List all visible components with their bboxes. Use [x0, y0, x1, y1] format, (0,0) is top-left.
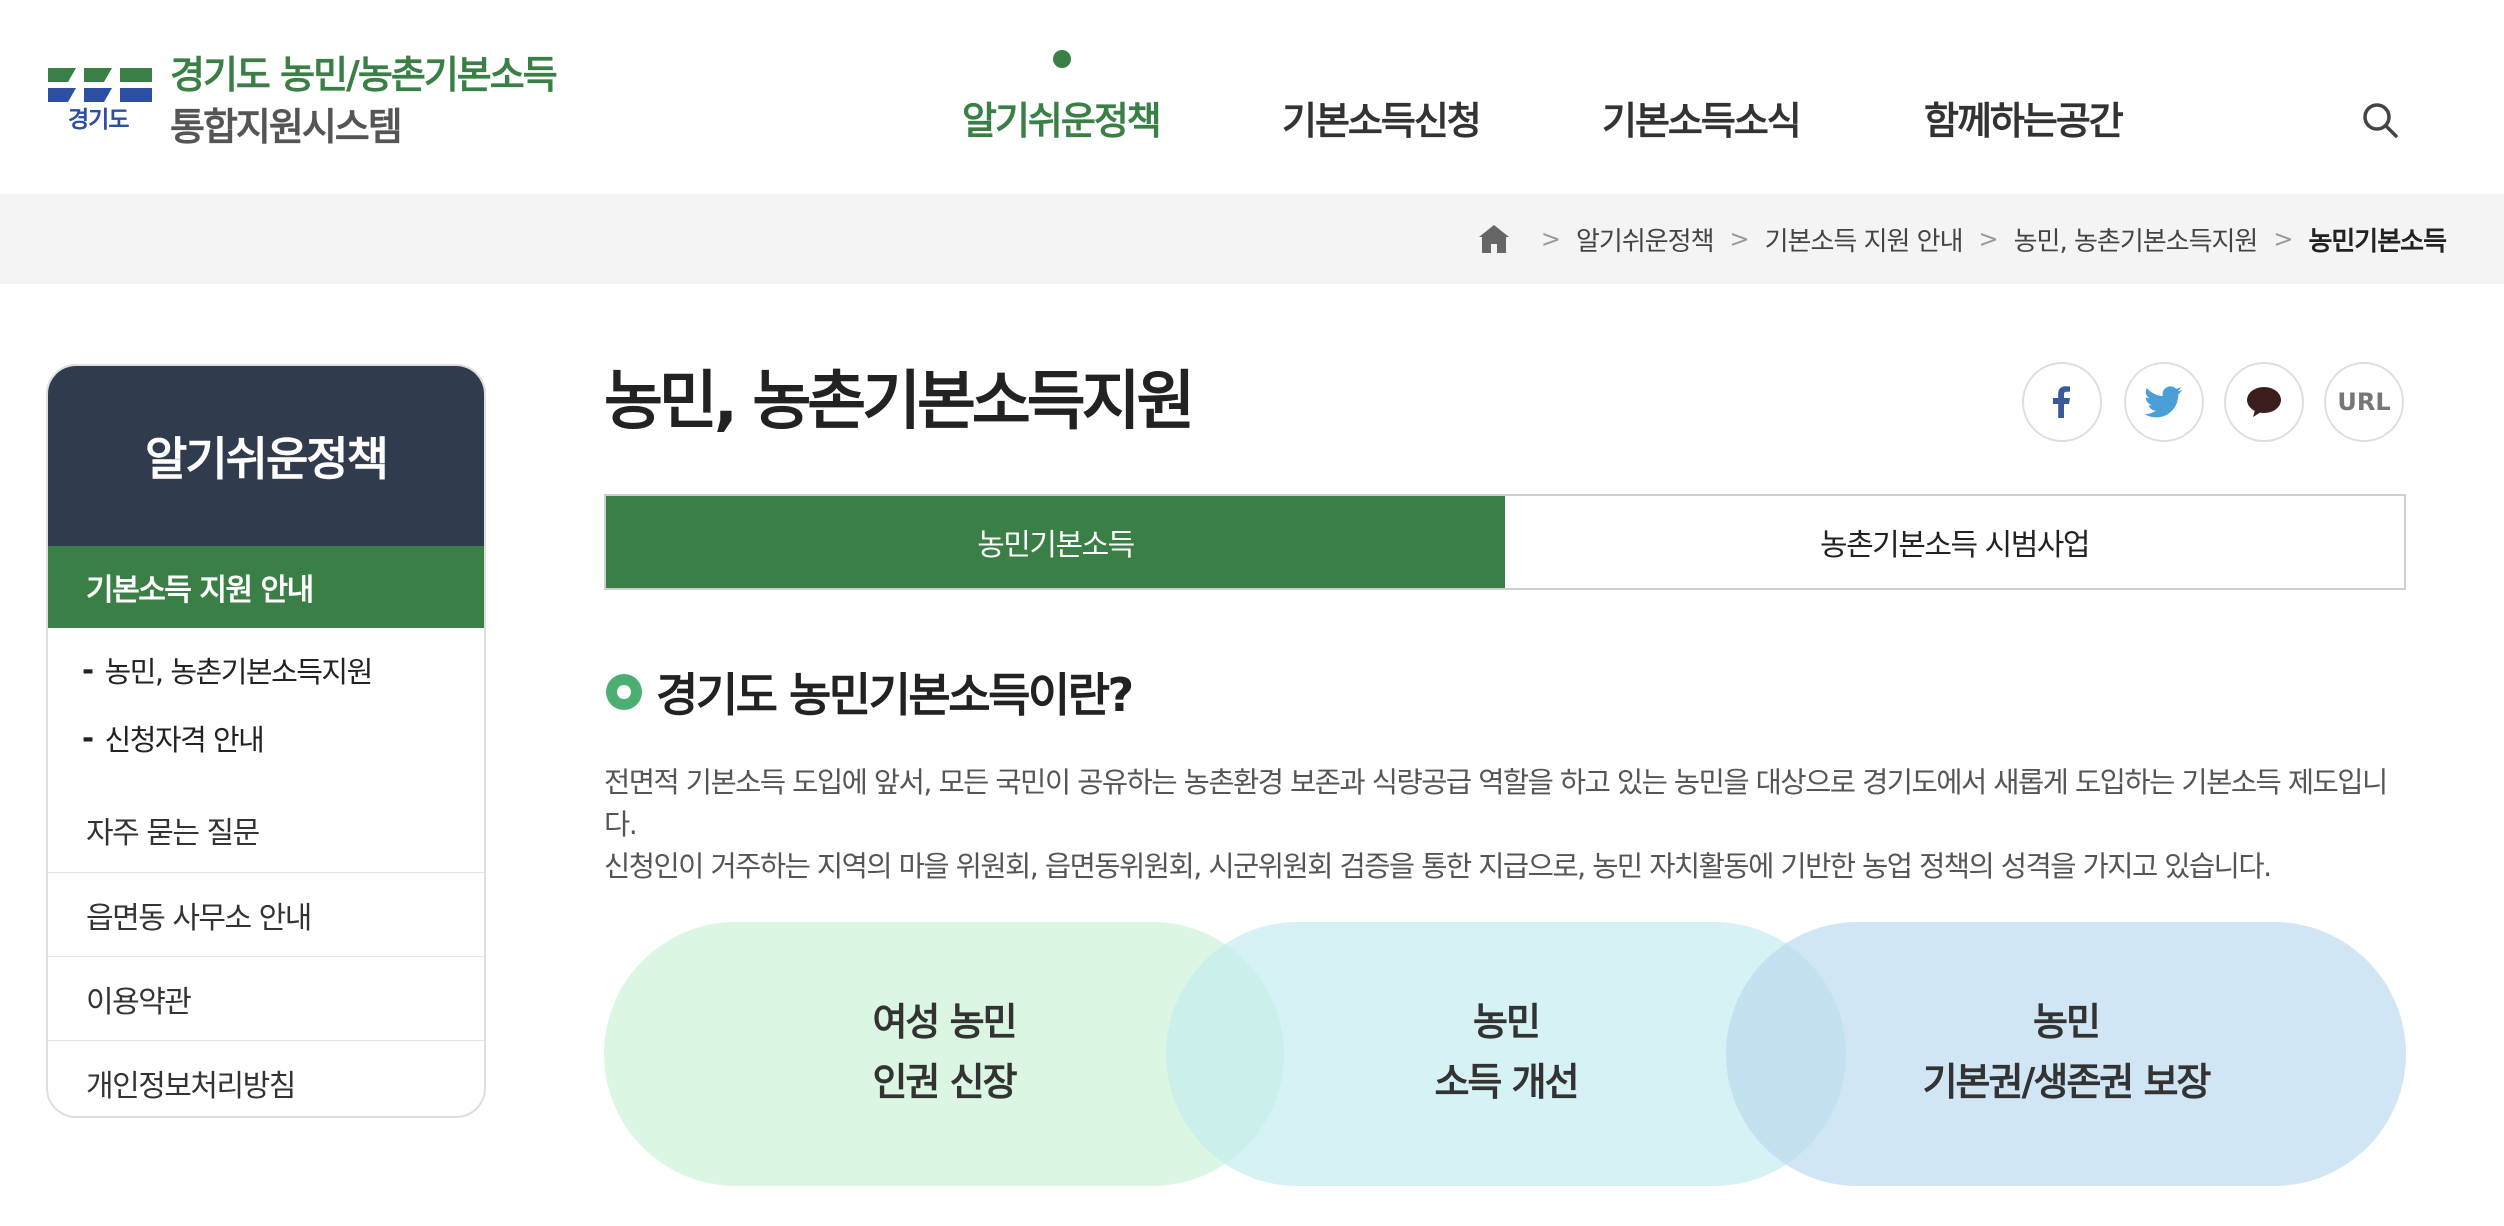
sidebar-subitem-label: 농민, 농촌기본소득지원 [104, 655, 374, 689]
sidebar-title: 알기쉬운정책 [48, 366, 484, 546]
sidebar-item-terms[interactable]: 이용약관 [48, 956, 484, 1040]
goals-diagram: 여성 농민 인권 신장 농민 소득 개선 농민 기본권/생존권 보장 [604, 922, 2406, 1186]
dash-icon: - [82, 653, 94, 687]
sidebar-submenu: - 농민, 농촌기본소득지원 - 신청자격 안내 [48, 628, 484, 788]
goal-label: 농민 기본권/생존권 보장 [1856, 992, 2276, 1112]
sidebar-subitem-farmer-support[interactable]: - 농민, 농촌기본소득지원 [48, 636, 484, 704]
content-tabs: 농민기본소득 농촌기본소득 시범사업 [604, 494, 2406, 590]
sidebar-item-office-guide[interactable]: 읍면동 사무소 안내 [48, 872, 484, 956]
tab-rural-basic-income-pilot[interactable]: 농촌기본소득 시범사업 [1505, 496, 2404, 588]
breadcrumb-bar: > 알기쉬운정책 > 기본소득 지원 안내 > 농민, 농촌기본소득지원 > 농… [0, 194, 2504, 284]
chevron-right-icon: > [2273, 225, 2293, 253]
breadcrumb: > 알기쉬운정책 > 기본소득 지원 안내 > 농민, 농촌기본소득지원 > 농… [1477, 194, 2447, 284]
share-twitter-button[interactable] [2124, 362, 2204, 442]
nav-item-apply[interactable]: 기본소득신청 [1282, 90, 1482, 145]
chevron-right-icon: > [1729, 225, 1750, 253]
breadcrumb-item[interactable]: 기본소득 지원 안내 [1765, 221, 1964, 258]
page-title: 농민, 농촌기본소득지원 [604, 365, 1195, 439]
bullet-icon [606, 674, 642, 710]
share-kakaotalk-button[interactable] [2224, 362, 2304, 442]
sidebar-subitem-eligibility[interactable]: - 신청자격 안내 [48, 704, 484, 772]
goal-label-line: 기본권/생존권 보장 [1922, 1060, 2212, 1104]
sidebar-item-faq[interactable]: 자주 묻는 질문 [48, 788, 484, 872]
goal-label-line: 여성 농민 [872, 1000, 1017, 1044]
goal-label-line: 소득 개선 [1434, 1060, 1579, 1104]
search-icon[interactable] [2358, 98, 2402, 142]
goal-label-line: 인권 신장 [872, 1060, 1017, 1104]
nav-item-community[interactable]: 함께하는공간 [1924, 90, 2124, 145]
share-url-button[interactable]: URL [2324, 362, 2404, 442]
nav-item-news[interactable]: 기본소득소식 [1602, 90, 1802, 145]
breadcrumb-item[interactable]: 농민, 농촌기본소득지원 [2014, 221, 2259, 258]
sidebar-subitem-label: 신청자격 안내 [104, 723, 265, 757]
goal-label-line: 농민 [2033, 1000, 2101, 1044]
twitter-icon [2145, 386, 2182, 418]
sidebar-item-privacy[interactable]: 개인정보처리방침 [48, 1040, 484, 1116]
share-facebook-button[interactable] [2022, 362, 2102, 442]
section-title: 경기도 농민기본소득이란? [606, 662, 1134, 722]
kakaotalk-icon [2247, 387, 2281, 417]
active-nav-indicator [1053, 50, 1071, 68]
description-paragraph: 신청인이 거주하는 지역의 마을 위원회, 읍면동위원회, 시군위원회 검증을 … [604, 850, 2272, 883]
description: 전면적 기본소득 도입에 앞서, 모든 국민이 공유하는 농촌환경 보존과 식량… [604, 762, 2414, 888]
sidebar-item-basic-income-guide[interactable]: 기본소득 지원 안내 [48, 546, 484, 628]
description-paragraph: 전면적 기본소득 도입에 앞서, 모든 국민이 공유하는 농촌환경 보존과 식량… [604, 766, 2388, 841]
sidebar: 알기쉬운정책 기본소득 지원 안내 - 농민, 농촌기본소득지원 - 신청자격 … [46, 364, 486, 1118]
chevron-right-icon: > [1978, 225, 1999, 253]
site-header: 경기도 경기도 농민/농촌기본소득 통합지원시스템 알기쉬운정책 기본소득신청 … [0, 0, 2504, 194]
goal-label-line: 농민 [1473, 1000, 1541, 1044]
tab-farmer-basic-income[interactable]: 농민기본소득 [606, 496, 1505, 588]
dash-icon: - [82, 721, 94, 755]
facebook-icon [2053, 386, 2070, 418]
goal-label: 여성 농민 인권 신장 [734, 992, 1154, 1112]
nav-item-easy-policy[interactable]: 알기쉬운정책 [962, 90, 1162, 145]
breadcrumb-item[interactable]: 알기쉬운정책 [1576, 221, 1715, 258]
chevron-right-icon: > [1540, 225, 1561, 253]
goal-label: 농민 소득 개선 [1296, 992, 1716, 1112]
home-icon[interactable] [1477, 222, 1511, 256]
section-title-text: 경기도 농민기본소득이란? [656, 668, 1134, 722]
breadcrumb-current: 농민기본소득 [2308, 226, 2447, 257]
main-navigation: 알기쉬운정책 기본소득신청 기본소득소식 함께하는공간 [0, 50, 2504, 143]
